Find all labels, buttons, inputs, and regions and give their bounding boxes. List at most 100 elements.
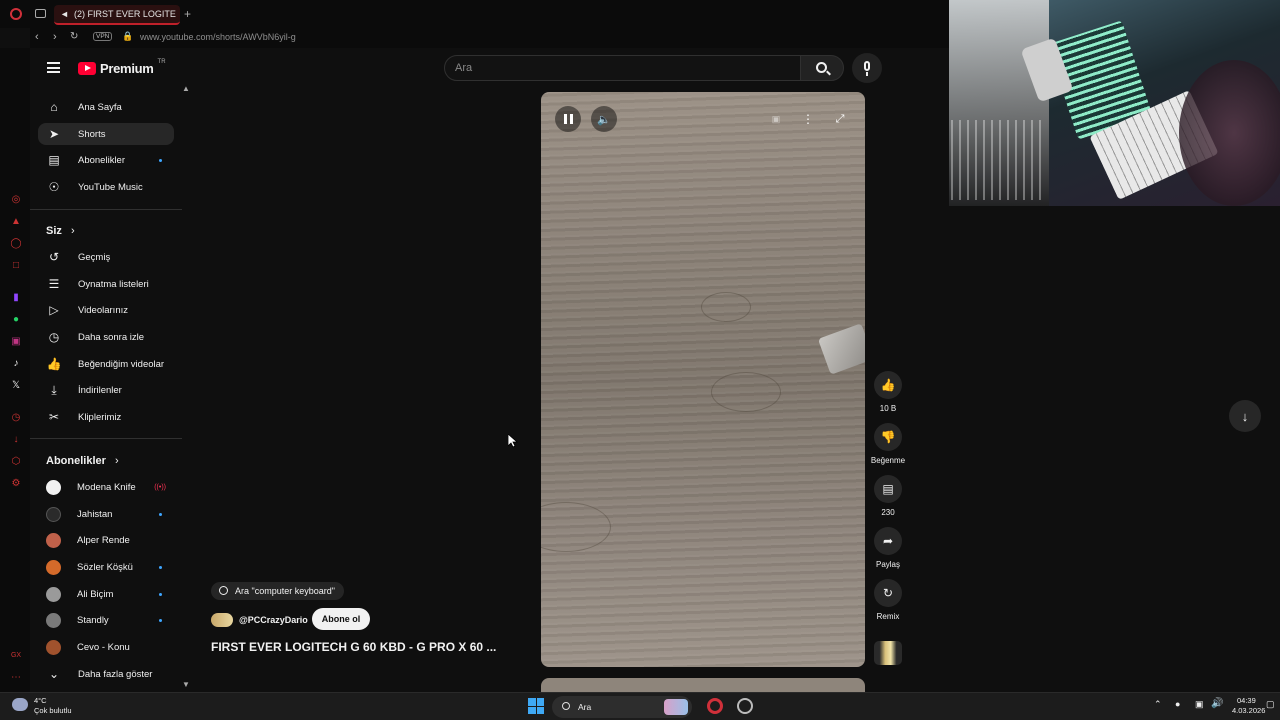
comments-action[interactable]: ▤ 230	[874, 475, 902, 517]
subscribe-button[interactable]: Abone ol	[312, 608, 370, 630]
webcam-overlay	[949, 0, 1280, 206]
nav-item-subscriptions[interactable]: ▤ Abonelikler	[38, 149, 174, 171]
nav-item-history[interactable]: ↺ Geçmiş	[38, 246, 174, 268]
weather-temp: 4°C	[34, 696, 47, 705]
nav-label: Videolarınız	[78, 304, 128, 316]
nav-scroll-down-icon[interactable]: ▼	[182, 680, 190, 689]
x-icon[interactable]: 𝕏	[10, 380, 22, 392]
instagram-icon[interactable]: ◯	[10, 238, 22, 250]
pause-button[interactable]	[555, 106, 581, 132]
opera-sidebar: ◎ ▲ ◯ □ ▮ ● ▣ ♪ 𝕏 ◷ ↓ ⬡ ⚙ GX ⋯	[0, 48, 30, 692]
opera-taskbar-icon[interactable]	[707, 698, 723, 714]
nav-item-youtube-music[interactable]: ☉ YouTube Music	[38, 176, 174, 198]
youtube-premium-logo[interactable]: Premium TR	[78, 59, 166, 76]
whatsapp-icon[interactable]: ●	[10, 314, 22, 326]
more-options-button[interactable]: ⋮	[795, 106, 821, 132]
fullscreen-icon: ⤢	[835, 112, 845, 125]
search-icon	[219, 586, 228, 595]
volume-button[interactable]: 🔈	[591, 106, 617, 132]
dislike-action[interactable]: 👎 Beğenme	[871, 423, 905, 465]
nav-scroll-up-icon[interactable]: ▲	[182, 84, 190, 93]
nav-label: Standly	[77, 614, 109, 626]
sub-item-cevo-konu[interactable]: Cevo - Konu	[38, 636, 174, 658]
sub-item-alper-rende[interactable]: Alper Rende	[38, 529, 174, 551]
tiktok-icon[interactable]: ♪	[10, 358, 22, 370]
nav-item-clips[interactable]: ✂ Kliplerimiz	[38, 406, 174, 428]
sub-item-sozler-koskü[interactable]: Sözler Köşkü	[38, 556, 174, 578]
nav-item-liked[interactable]: 👍 Beğendiğim videolar	[38, 353, 174, 375]
remix-action[interactable]: ↻ Remix	[874, 579, 902, 621]
channel-name[interactable]: @PCCrazyDario	[239, 615, 308, 625]
network-icon[interactable]: ▣	[1195, 699, 1204, 710]
new-content-dot	[159, 592, 162, 596]
show-more-button[interactable]: ⌄ Daha fazla göster	[38, 663, 174, 685]
volume-tray-icon[interactable]: 🔊	[1211, 698, 1223, 709]
clock-date[interactable]: 4.03.2026	[1232, 706, 1265, 715]
reload-icon[interactable]: ↻	[70, 31, 78, 42]
search-button[interactable]	[800, 55, 844, 81]
nav-item-home[interactable]: ⌂ Ana Sayfa	[38, 96, 174, 118]
next-short-preview[interactable]	[541, 678, 865, 692]
sound-thumbnail[interactable]	[874, 641, 902, 665]
crypto-wallet-icon[interactable]: ▲	[10, 216, 22, 228]
short-video-player[interactable]: 🔈 ▣ ⋮ ⤢	[541, 92, 865, 667]
like-action[interactable]: 👍 10 B	[874, 371, 902, 413]
aria-icon[interactable]: ◎	[10, 194, 22, 206]
search-highlight-image	[664, 699, 688, 715]
nav-label: YouTube Music	[78, 181, 143, 193]
opera-logo-icon[interactable]	[10, 8, 22, 20]
nav-item-watch-later[interactable]: ◷ Daha sonra izle	[38, 326, 174, 348]
tray-chevron-icon[interactable]: ⌃	[1154, 699, 1162, 710]
vpn-badge[interactable]: VPN	[93, 32, 113, 41]
history-side-icon[interactable]: ◷	[10, 412, 22, 424]
country-code: TR	[157, 59, 166, 65]
notification-icon[interactable]: ▢	[1266, 699, 1275, 710]
sub-item-modena-knife[interactable]: Modena Knife ((•))	[38, 476, 174, 498]
clock-time[interactable]: 04:39	[1237, 696, 1256, 705]
mic-tray-icon[interactable]: ●	[1175, 699, 1180, 709]
short-title[interactable]: FIRST EVER LOGITECH G 60 KBD - G PRO X 6…	[211, 640, 511, 654]
volume-icon: 🔈	[597, 113, 611, 126]
nav-item-your-videos[interactable]: ▷ Videolarınız	[38, 299, 174, 321]
extensions-icon[interactable]: ⬡	[10, 456, 22, 468]
new-content-dot	[159, 512, 162, 516]
search-icon	[562, 702, 570, 710]
nav-item-playlists[interactable]: ☰ Oynatma listeleri	[38, 273, 174, 295]
twitch-icon[interactable]: ▮	[10, 292, 22, 304]
browser-tabbar: ◄ (2) FIRST EVER LOGITE +	[0, 0, 950, 28]
fullscreen-button[interactable]: ⤢	[827, 106, 853, 132]
forward-icon[interactable]: ›	[53, 31, 57, 43]
url-text[interactable]: www.youtube.com/shorts/AWVbN6yil-g	[140, 32, 296, 42]
subscriptions-section-header[interactable]: Abonelikler ›	[46, 455, 119, 467]
weather-icon[interactable]	[12, 698, 28, 711]
share-action[interactable]: ➦ Paylaş	[874, 527, 902, 569]
workspaces-icon[interactable]	[35, 9, 46, 18]
more-icon[interactable]: ⋯	[10, 672, 22, 684]
search-input[interactable]: Ara	[444, 55, 801, 81]
settings-icon[interactable]: ⚙	[10, 478, 22, 490]
tab-active[interactable]: ◄ (2) FIRST EVER LOGITE	[54, 5, 180, 25]
downloads-side-icon[interactable]: ↓	[10, 434, 22, 446]
you-section-header[interactable]: Siz ›	[46, 225, 75, 237]
search-suggestion-chip[interactable]: Ara "computer keyboard"	[211, 582, 344, 600]
sub-item-ali-bicim[interactable]: Ali Biçim	[38, 583, 174, 605]
voice-search-button[interactable]	[852, 53, 882, 83]
sub-item-standly[interactable]: Standly	[38, 609, 174, 631]
nav-item-downloads[interactable]: ⤓ İndirilenler	[38, 379, 174, 401]
opera-gx-taskbar-icon[interactable]	[737, 698, 753, 714]
instagram-app-icon[interactable]: ▣	[10, 336, 22, 348]
sub-item-jahistan[interactable]: Jahistan	[38, 503, 174, 525]
next-short-button[interactable]: ↓	[1229, 400, 1261, 432]
channel-info[interactable]: @PCCrazyDario	[211, 611, 308, 629]
tab-title: (2) FIRST EVER LOGITE	[74, 9, 176, 19]
taskbar-search[interactable]: Ara	[552, 696, 692, 718]
hamburger-menu-icon[interactable]	[47, 62, 60, 73]
comment-count: 230	[881, 508, 895, 517]
new-tab-button[interactable]: +	[184, 7, 191, 21]
captions-button[interactable]: ▣	[763, 106, 789, 132]
messenger-icon[interactable]: □	[10, 260, 22, 272]
windows-start-icon[interactable]	[528, 698, 544, 714]
back-icon[interactable]: ‹	[35, 31, 39, 43]
gx-icon[interactable]: GX	[10, 650, 22, 662]
nav-item-shorts[interactable]: ➤ Shorts	[38, 123, 174, 145]
